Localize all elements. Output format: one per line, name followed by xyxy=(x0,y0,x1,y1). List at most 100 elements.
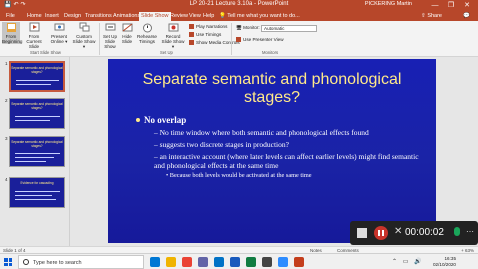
custom-slide-show-button[interactable]: Custom Slide Show ▾ xyxy=(71,22,97,49)
system-tray-icons[interactable]: ⌃ ▭ 🔊 xyxy=(392,258,424,265)
title-bar: 💾↶↷ LP 20-21 Lecture 3.10a - PowerPoint … xyxy=(0,0,478,11)
recording-timer: 00:00:02 xyxy=(405,227,444,238)
microphone-icon[interactable] xyxy=(454,227,460,236)
windows-start-icon[interactable] xyxy=(4,258,12,266)
tab-help[interactable]: Help xyxy=(203,13,214,19)
outlook-icon[interactable] xyxy=(214,257,224,267)
set-up-slide-show-label: Set Up Slide Show xyxy=(102,34,118,49)
chrome-icon[interactable] xyxy=(182,257,192,267)
slide-title[interactable]: Separate semantic and phonological stage… xyxy=(128,71,416,107)
tell-me-text: Tell me what you want to do... xyxy=(227,13,300,19)
slide-sub-bullet[interactable]: – No time window where both semantic and… xyxy=(154,128,428,137)
windows-taskbar: Type here to search ⌃ ▭ 🔊 16:35 02/10/20… xyxy=(0,253,478,269)
taskbar-search-box[interactable]: Type here to search xyxy=(18,255,144,269)
close-button[interactable]: ✕ xyxy=(460,0,474,11)
thumbnail-title: Evidence for cascading xyxy=(20,181,54,185)
use-presenter-view-checkbox[interactable]: Use Presenter View xyxy=(236,37,284,42)
user-name[interactable]: PICKERING Martin xyxy=(365,1,412,7)
stopwatch-icon xyxy=(142,23,152,33)
thumbnail-line xyxy=(15,191,60,192)
thumbnail-number: 1 xyxy=(5,61,8,66)
present-online-icon xyxy=(54,23,64,31)
use-timings-label: Use Timings xyxy=(196,32,222,37)
thumbnail-line xyxy=(15,195,52,196)
tab-insert[interactable]: Insert xyxy=(45,13,59,19)
hide-slide-label: Hide Slide xyxy=(121,34,133,44)
set-up-slide-show-button[interactable]: Set Up Slide Show xyxy=(101,22,119,49)
slide-thumbnail-4[interactable]: Evidence for cascading xyxy=(9,177,65,208)
sub-bullet-text: an interactive account (where later leve… xyxy=(154,152,419,170)
comments-button[interactable]: 💬 xyxy=(463,13,470,19)
recording-toolbar: ✕ 00:00:02 ⋯ xyxy=(350,221,478,245)
word-icon[interactable] xyxy=(230,257,240,267)
thumbnail-title: Separate semantic and phonological stage… xyxy=(11,66,63,74)
slide-thumbnail-3[interactable]: Separate semantic and phonological stage… xyxy=(9,136,65,167)
share-button[interactable]: ⇧ Share xyxy=(421,13,442,19)
use-timings-checkbox[interactable]: Use Timings xyxy=(189,32,221,37)
sub-bullet-text: No time window where both semantic and p… xyxy=(159,128,369,137)
stop-recording-button[interactable] xyxy=(357,228,367,238)
ribbon-tabs: File Home Insert Design Transitions Anim… xyxy=(0,11,478,21)
record-slide-show-button[interactable]: Record Slide Show ▾ xyxy=(160,22,186,49)
custom-slide-show-label: Custom Slide Show ▾ xyxy=(72,34,96,49)
thumbnail-number: 3 xyxy=(5,136,8,141)
show-media-controls-checkbox[interactable]: Show Media Controls xyxy=(189,40,240,45)
file-explorer-icon[interactable] xyxy=(166,257,176,267)
slide-sub-bullet[interactable]: – an interactive account (where later le… xyxy=(154,152,428,170)
thumbnail-line xyxy=(15,116,60,117)
show-media-controls-label: Show Media Controls xyxy=(196,40,240,45)
pause-recording-button[interactable] xyxy=(374,226,388,240)
from-current-slide-button[interactable]: From Current Slide xyxy=(23,22,45,49)
search-icon xyxy=(23,259,29,265)
tab-home[interactable]: Home xyxy=(27,13,42,19)
tab-review[interactable]: Review xyxy=(170,13,188,19)
app-icon[interactable] xyxy=(262,257,272,267)
tab-file[interactable]: File xyxy=(6,13,15,19)
teams-icon[interactable] xyxy=(198,257,208,267)
slide-canvas[interactable]: Separate semantic and phonological stage… xyxy=(108,59,436,243)
tab-design[interactable]: Design xyxy=(64,13,81,19)
slide-thumbnail-2[interactable]: Separate semantic and phonological stage… xyxy=(9,98,65,129)
record-icon xyxy=(168,23,178,32)
more-options-icon[interactable]: ⋯ xyxy=(466,227,474,236)
monitor-select[interactable]: 🖥 Monitor: Automatic xyxy=(236,25,317,32)
monitor-label: Monitor: xyxy=(243,25,260,30)
thumbnail-number: 4 xyxy=(5,177,8,182)
tell-me-search[interactable]: 💡 Tell me what you want to do... xyxy=(219,13,300,19)
tab-transitions[interactable]: Transitions xyxy=(85,13,112,19)
slide-bullet[interactable]: No overlap xyxy=(144,115,186,125)
tab-slide-show[interactable]: Slide Show xyxy=(139,12,171,21)
thumbnail-title: Separate semantic and phonological stage… xyxy=(11,102,63,110)
bullet-icon xyxy=(136,118,140,122)
slide-thumbnail-1[interactable]: Separate semantic and phonological stage… xyxy=(9,61,65,92)
checkbox-indicator xyxy=(189,24,194,29)
thumbnail-line xyxy=(16,84,51,85)
slide-sub-bullet[interactable]: – suggests two discrete stages in produc… xyxy=(154,140,428,149)
present-online-button[interactable]: Present Online ▾ xyxy=(49,22,69,44)
editor-area: 1 Separate semantic and phonological sta… xyxy=(0,57,478,246)
clock[interactable]: 16:35 02/10/2020 xyxy=(433,256,456,267)
slide-sub-sub-bullet[interactable]: • Because both levels would be activated… xyxy=(166,172,312,179)
thumbnail-line xyxy=(15,153,60,154)
play-narrations-checkbox[interactable]: Play Narrations xyxy=(189,24,227,29)
maximize-button[interactable]: ❐ xyxy=(444,0,458,11)
rehearse-timings-button[interactable]: Rehearse Timings xyxy=(136,22,158,44)
hide-slide-button[interactable]: Hide Slide xyxy=(120,22,134,44)
monitor-dropdown[interactable]: Automatic xyxy=(261,25,317,32)
zoom-app-icon[interactable] xyxy=(278,257,288,267)
excel-icon[interactable] xyxy=(246,257,256,267)
from-beginning-label: From Beginning xyxy=(2,34,23,44)
minimize-button[interactable]: — xyxy=(428,0,442,11)
from-beginning-button[interactable]: From Beginning xyxy=(2,22,23,44)
tab-view[interactable]: View xyxy=(189,13,201,19)
tab-animations[interactable]: Animations xyxy=(113,13,140,19)
powerpoint-icon[interactable] xyxy=(294,257,304,267)
slide-thumbnail-pane[interactable]: 1 Separate semantic and phonological sta… xyxy=(0,57,70,246)
status-bar: Slide 1 of 4 Notes Comments + 63% xyxy=(0,246,478,253)
thumbnail-title: Separate semantic and phonological stage… xyxy=(11,140,63,148)
share-label: Share xyxy=(427,13,442,19)
custom-show-icon xyxy=(79,22,89,32)
close-recorder-icon[interactable]: ✕ xyxy=(394,226,402,237)
group-label-setup: Set Up xyxy=(160,50,173,55)
edge-icon[interactable] xyxy=(150,257,160,267)
